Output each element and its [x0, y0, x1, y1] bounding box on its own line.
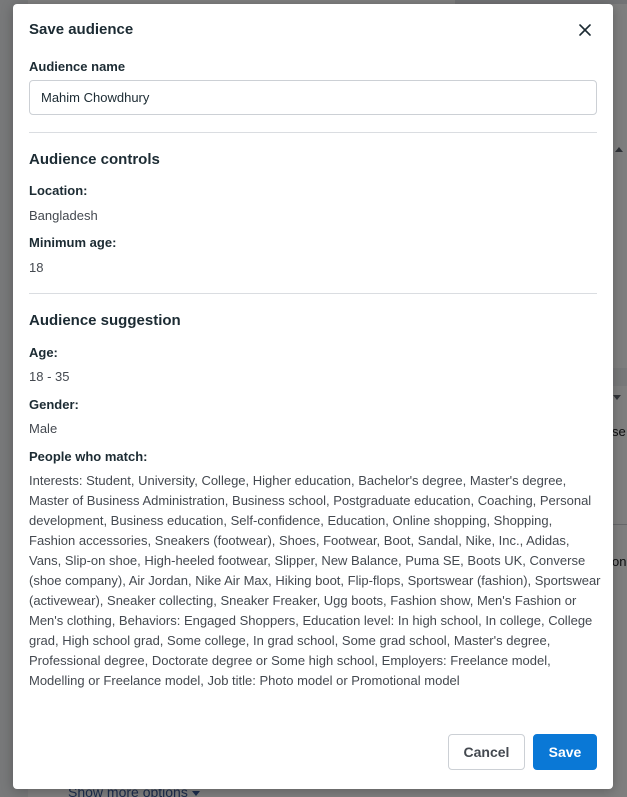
age-value: 18 - 35 — [29, 369, 70, 384]
minimum-age-value: 18 — [29, 260, 44, 275]
people-who-match-value: Interests: Student, University, College,… — [29, 473, 601, 688]
people-who-match-label: People who match: — [29, 449, 148, 464]
location-value: Bangladesh — [29, 208, 98, 223]
audience-name-input[interactable] — [29, 80, 597, 115]
save-audience-dialog: Save audience Audience name Audience con… — [13, 4, 613, 789]
gender-label: Gender: — [29, 397, 79, 412]
cancel-button[interactable]: Cancel — [448, 734, 525, 770]
close-button[interactable] — [574, 19, 596, 41]
age-label: Age: — [29, 345, 58, 360]
audience-name-label: Audience name — [29, 59, 126, 74]
dialog-title: Save audience — [29, 21, 134, 38]
audience-controls-title: Audience controls — [29, 151, 160, 168]
close-icon — [579, 24, 591, 36]
gender-value: Male — [29, 421, 58, 436]
section-divider — [29, 293, 597, 294]
save-button[interactable]: Save — [533, 734, 597, 770]
location-label: Location: — [29, 183, 88, 198]
minimum-age-label: Minimum age: — [29, 235, 117, 250]
section-divider — [29, 132, 597, 133]
audience-suggestion-title: Audience suggestion — [29, 312, 181, 329]
